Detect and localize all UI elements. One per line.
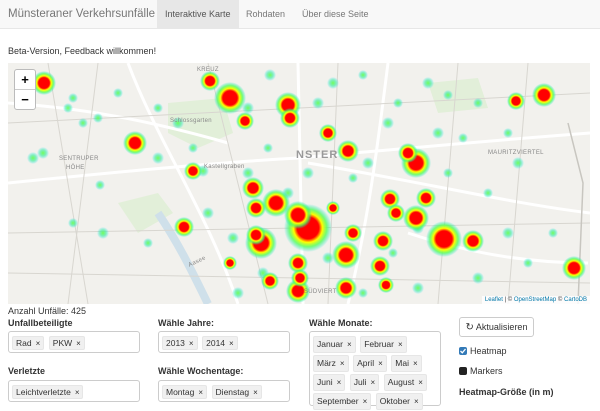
cartodb-link[interactable]: CartoDB xyxy=(564,297,587,303)
unfallbeteiligte-label: Unfallbeteiligte xyxy=(8,318,73,328)
chip-september: September × xyxy=(313,393,372,410)
chip-februar: Februar × xyxy=(360,336,407,353)
attribution-separator-1: | © xyxy=(502,297,514,303)
map-label-muenster: NSTER xyxy=(296,149,339,161)
heatmap-size-label: Heatmap-Größe (in m) xyxy=(459,387,554,397)
leaflet-link[interactable]: Leaflet xyxy=(485,297,503,303)
chip-2014: 2014 × xyxy=(202,336,238,350)
refresh-button-label: Aktualisieren xyxy=(475,322,528,332)
map-label-schlossgarten: Schlossgarten xyxy=(170,118,212,124)
chip-oktober: Oktober × xyxy=(375,393,423,410)
attribution-separator-2: © xyxy=(556,297,564,303)
map-label-mauritzviertel: MAURITZVIERTEL xyxy=(488,150,544,156)
remove-icon[interactable]: × xyxy=(371,378,376,387)
tab-ueber-diese-seite[interactable]: Über diese Seite xyxy=(294,0,377,28)
chip-juni: Juni × xyxy=(313,374,346,391)
map-attribution: Leaflet | © OpenStreetMap © CartoDB xyxy=(481,296,590,304)
unfallbeteiligte-select[interactable]: Rad × PKW × xyxy=(8,331,140,353)
remove-icon[interactable]: × xyxy=(414,397,419,406)
remove-icon[interactable]: × xyxy=(76,339,81,348)
chip-rad: Rad × xyxy=(12,336,45,350)
remove-icon[interactable]: × xyxy=(189,339,194,348)
markers-toggle[interactable]: Markers xyxy=(459,366,503,376)
markers-checkbox[interactable] xyxy=(459,367,467,375)
heatmap-checkbox-label: Heatmap xyxy=(470,346,507,356)
monate-select[interactable]: Januar × Februar × März × April × Mai × Juni ×… xyxy=(309,331,441,410)
openstreetmap-link[interactable]: OpenStreetMap xyxy=(514,297,556,303)
chip-juli: Juli × xyxy=(349,374,380,391)
markers-checkbox-label: Markers xyxy=(470,366,503,376)
remove-icon[interactable]: × xyxy=(337,378,342,387)
app-title[interactable]: Münsteraner Verkehrsunfälle xyxy=(8,8,155,20)
chip-montag: Montag × xyxy=(162,385,208,399)
chip-april: April × xyxy=(353,355,387,372)
jahre-label: Wähle Jahre: xyxy=(158,318,215,328)
tab-rohdaten[interactable]: Rohdaten xyxy=(238,0,293,28)
chip-dienstag: Dienstag × xyxy=(211,385,262,399)
heatmap-toggle[interactable]: Heatmap xyxy=(459,346,507,356)
remove-icon[interactable]: × xyxy=(340,359,345,368)
chip-leichtverletzte: Leichtverletzte × xyxy=(12,385,84,399)
remove-icon[interactable]: × xyxy=(363,397,368,406)
map-label-sentrup-1: SENTRUPER xyxy=(59,156,99,162)
chip-maerz: März × xyxy=(313,355,349,372)
remove-icon[interactable]: × xyxy=(36,339,41,348)
heatmap-map[interactable]: Schlossgarten KREUZ SENTRUPER HÖHE NSTER… xyxy=(8,63,590,304)
monate-label: Wähle Monate: xyxy=(309,318,373,328)
remove-icon[interactable]: × xyxy=(347,340,352,349)
refresh-button[interactable]: ↻ Aktualisieren xyxy=(459,317,534,337)
remove-icon[interactable]: × xyxy=(418,378,423,387)
refresh-icon: ↻ xyxy=(465,322,474,333)
beta-notice: Beta-Version, Feedback willkommen! xyxy=(8,46,157,56)
map-label-kreuzviertel: KREUZ xyxy=(197,67,219,73)
wochentage-select[interactable]: Montag × Dienstag × xyxy=(158,380,290,402)
map-label-kastellgraben: Kastellgraben xyxy=(204,164,245,170)
remove-icon[interactable]: × xyxy=(229,339,234,348)
chip-januar: Januar × xyxy=(313,336,356,353)
remove-icon[interactable]: × xyxy=(253,388,258,397)
zoom-control: + − xyxy=(14,69,36,110)
map-label-sentrup-2: HÖHE xyxy=(66,165,85,171)
chip-2013: 2013 × xyxy=(162,336,198,350)
chip-pkw: PKW × xyxy=(48,336,85,350)
verletzte-select[interactable]: Leichtverletzte × xyxy=(8,380,140,402)
remove-icon[interactable]: × xyxy=(198,388,203,397)
verletzte-label: Verletzte xyxy=(8,366,46,376)
chip-august: August × xyxy=(383,374,427,391)
remove-icon[interactable]: × xyxy=(413,359,418,368)
heatmap-checkbox[interactable] xyxy=(459,347,467,355)
remove-icon[interactable]: × xyxy=(75,388,80,397)
zoom-out-button[interactable]: − xyxy=(15,90,35,109)
wochentage-label: Wähle Wochentage: xyxy=(158,366,244,376)
chip-mai: Mai × xyxy=(391,355,422,372)
jahre-select[interactable]: 2013 × 2014 × xyxy=(158,331,290,353)
remove-icon[interactable]: × xyxy=(378,359,383,368)
map-tiles xyxy=(8,63,590,304)
zoom-in-button[interactable]: + xyxy=(15,70,35,90)
map-label-suedviertel: SÜDVIERT xyxy=(304,289,337,295)
navbar: Münsteraner Verkehrsunfälle Interaktive … xyxy=(0,0,600,29)
accident-count: Anzahl Unfälle: 425 xyxy=(8,306,87,316)
tab-interaktive-karte[interactable]: Interaktive Karte xyxy=(157,0,239,28)
remove-icon[interactable]: × xyxy=(398,340,403,349)
